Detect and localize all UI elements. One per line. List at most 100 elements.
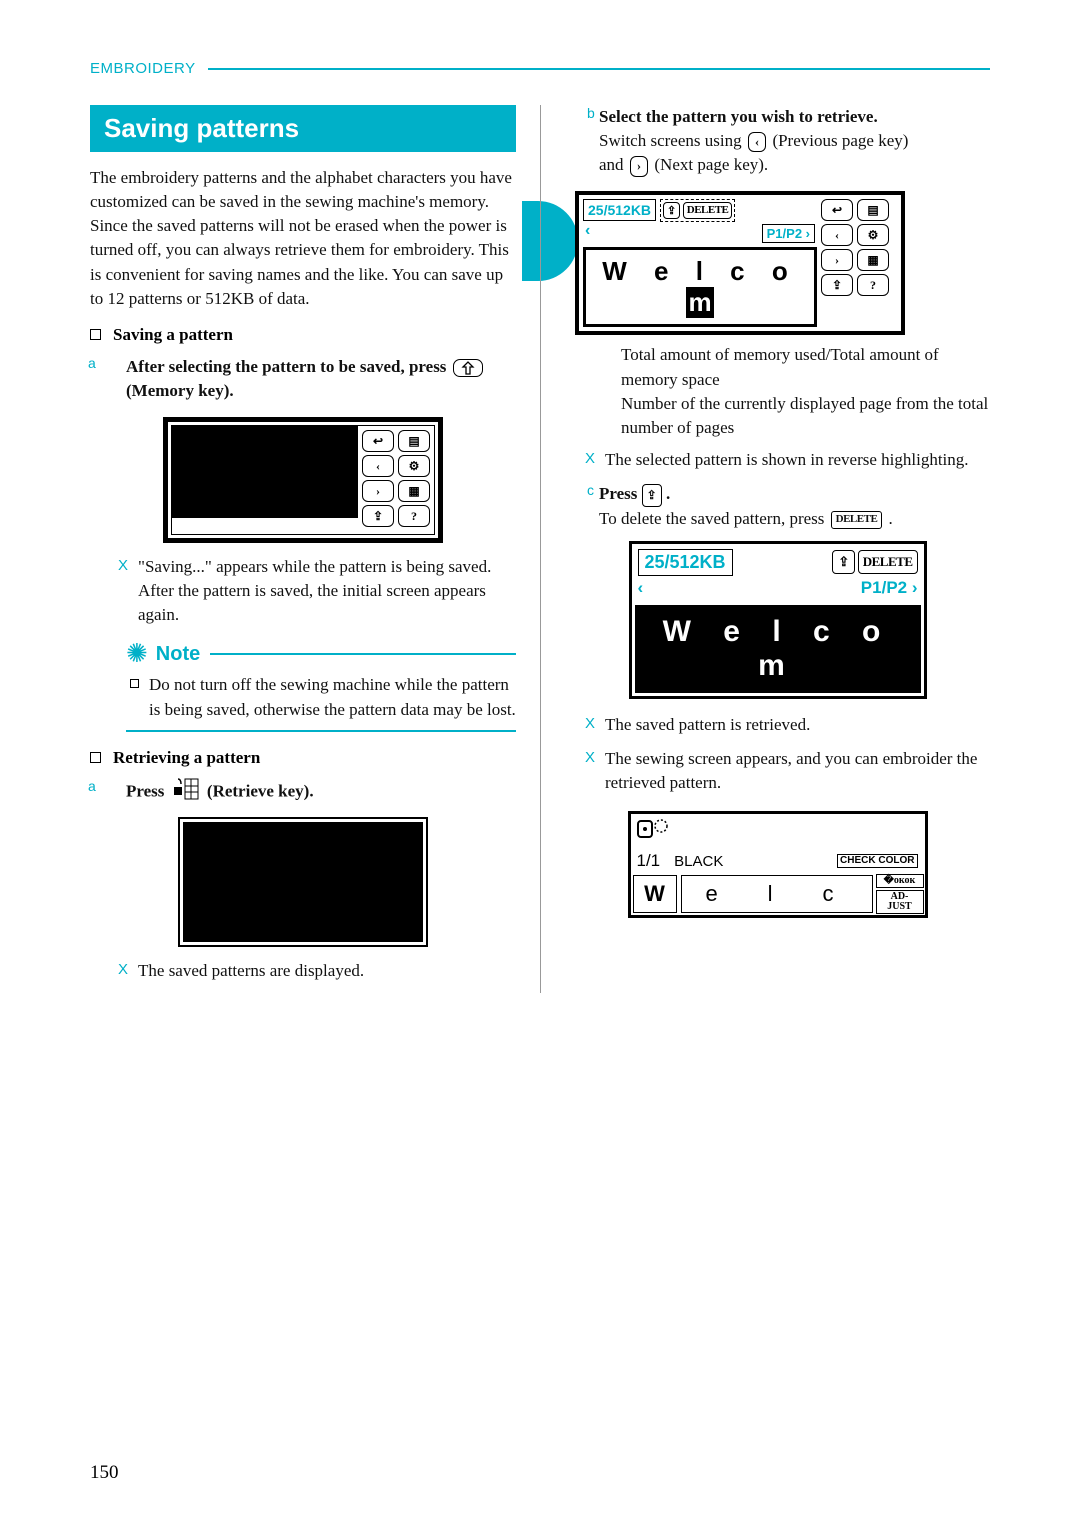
prev-indicator[interactable]: ‹ (638, 578, 644, 598)
letter-2: l (768, 881, 787, 907)
lcd-screen-sewing: 1/1 BLACK CHECK COLOR W e l c �окок (628, 811, 928, 918)
step-b-line1: Switch screens using ‹ (Previous page ke… (599, 129, 990, 153)
delete-key-icon: DELETE (831, 511, 883, 529)
back-button[interactable]: ↩ (362, 430, 394, 452)
help-button[interactable]: ? (857, 274, 889, 296)
memory-icon-button[interactable]: ⇪ (832, 550, 854, 574)
letter-cell-0[interactable]: W (633, 875, 677, 913)
burst-icon: ✺ (126, 641, 148, 667)
panel-button[interactable]: ▤ (398, 430, 430, 452)
next-button[interactable]: › (362, 480, 394, 502)
retrieving-heading-text: Retrieving a pattern (113, 748, 260, 768)
memory-key-icon: ⇪ (642, 484, 662, 507)
step-c-line: To delete the saved pattern, press DELET… (599, 507, 990, 531)
prev-button[interactable]: ‹ (362, 455, 394, 477)
note-body-text: Do not turn off the sewing machine while… (149, 673, 516, 721)
saving-result: X "Saving..." appears while the pattern … (90, 555, 516, 627)
page-number: 150 (90, 1462, 119, 1484)
step-b-title: Select the pattern you wish to retrieve. (599, 105, 990, 129)
page-button[interactable]: ▦ (857, 249, 889, 271)
delete-button[interactable]: DELETE (858, 550, 918, 574)
prev-button[interactable]: ‹ (821, 224, 853, 246)
letter-cells-rest[interactable]: e l c (681, 875, 873, 913)
step-c-line-text: To delete the saved pattern, press (599, 509, 824, 528)
memory-usage-readout: 25/512KB (583, 199, 656, 221)
result-marker-icon: X (118, 555, 128, 627)
step-marker-c: c (587, 482, 594, 498)
square-bullet-icon (90, 752, 101, 763)
step-c-title: Press ⇪ . (599, 482, 990, 507)
retrieve-key-icon (173, 778, 199, 807)
step-b-line1b: (Previous page key) (772, 131, 908, 150)
back-button[interactable]: ↩ (821, 199, 853, 221)
memory-button[interactable]: ⇪ (821, 274, 853, 296)
memory-button[interactable]: ⇪ (362, 505, 394, 527)
result-c1-text: The saved pattern is retrieved. (605, 713, 810, 737)
step-c-post: . (666, 484, 670, 503)
result-marker-icon: X (118, 959, 128, 983)
letter-3: c (823, 881, 848, 907)
note-box: ✺ Note Do not turn off the sewing machin… (126, 641, 516, 731)
lcd-screen-retrieve (178, 817, 428, 947)
step-b-line2: and › (Next page key). (599, 153, 990, 177)
retrieve-step-a-keylabel: (Retrieve key). (207, 781, 314, 800)
memory-icon-button[interactable]: ⇪ (663, 202, 680, 219)
delete-button[interactable]: DELETE (683, 202, 733, 219)
section-header: EMBROIDERY (90, 60, 990, 77)
panel-button[interactable]: ▤ (857, 199, 889, 221)
saving-heading-text: Saving a pattern (113, 325, 233, 345)
gear-button[interactable]: ⚙ (398, 455, 430, 477)
delete-group: ⇪ DELETE (660, 199, 735, 222)
prev-page-key-icon: ‹ (748, 132, 766, 152)
pattern-text-row[interactable]: W e l c om (583, 247, 817, 327)
step-b-line2a: and (599, 155, 624, 174)
lcd-screen-selected-pattern: 25/512KB ⇪ DELETE ‹ P1/P2 › W e l c o m (629, 541, 927, 699)
retrieve-step-a: Press (Retrieve key). (126, 778, 516, 807)
lcd-dark-area (172, 426, 358, 518)
memory-usage-readout: 25/512KB (638, 549, 733, 576)
note-label: Note (156, 643, 200, 666)
legend-1: Total amount of memory used/Total amount… (621, 343, 990, 391)
note-rule (210, 653, 516, 655)
stitch-count: 1/1 (637, 851, 661, 871)
result-marker-icon: X (585, 448, 595, 472)
section-label: EMBROIDERY (90, 60, 196, 77)
result-c2-text: The sewing screen appears, and you can e… (605, 747, 990, 795)
next-button[interactable]: › (821, 249, 853, 271)
step-c-pre: Press (599, 484, 637, 503)
color-name: BLACK (674, 853, 723, 870)
step-b-line1a: Switch screens using (599, 131, 742, 150)
result-c2: X The sewing screen appears, and you can… (565, 747, 990, 795)
result-marker-icon: X (585, 747, 595, 795)
saving-step-a-text: After selecting the pattern to be saved,… (126, 357, 446, 376)
result-marker-icon: X (585, 713, 595, 737)
retrieve-result-text: The saved patterns are displayed. (138, 959, 364, 983)
page-indicator: P1/P2 › (861, 578, 918, 598)
adjust-button[interactable]: AD-JUST (876, 890, 924, 914)
legend-2: Number of the currently displayed page f… (621, 392, 990, 440)
result-b: X The selected pattern is shown in rever… (565, 448, 990, 472)
saving-step-a: After selecting the pattern to be saved,… (126, 355, 516, 403)
help-button[interactable]: ? (398, 505, 430, 527)
retrieve-result: X The saved patterns are displayed. (90, 959, 516, 983)
page-indicator: P1/P2 › (762, 224, 815, 243)
page-button[interactable]: ▦ (398, 480, 430, 502)
zoom-button[interactable]: �окок (876, 874, 924, 888)
retrieve-step-a-pre: Press (126, 781, 164, 800)
check-color-button[interactable]: CHECK COLOR (837, 854, 917, 868)
memory-key-icon (453, 359, 483, 377)
lcd-button-column: ↩ ▤ ‹ ⚙ › ▦ ⇪ ? (358, 426, 434, 534)
gear-button[interactable]: ⚙ (857, 224, 889, 246)
result-c1: X The saved pattern is retrieved. (565, 713, 990, 737)
saving-step-a-keylabel: (Memory key). (126, 381, 234, 400)
saving-heading: Saving a pattern (90, 325, 516, 345)
letter-1: e (705, 881, 731, 907)
pattern-text-row-selected[interactable]: W e l c o m (635, 605, 921, 693)
lcd-screen-saving: ↩ ▤ ‹ ⚙ › ▦ ⇪ ? (163, 417, 443, 543)
square-bullet-icon (90, 329, 101, 340)
header-rule (208, 68, 990, 70)
lcd-button-column: ↩▤ ‹⚙ ›▦ ⇪? (821, 199, 897, 327)
intro-paragraph: The embroidery patterns and the alphabet… (90, 166, 516, 311)
retrieving-heading: Retrieving a pattern (90, 748, 516, 768)
step-marker-a: a (88, 355, 96, 371)
